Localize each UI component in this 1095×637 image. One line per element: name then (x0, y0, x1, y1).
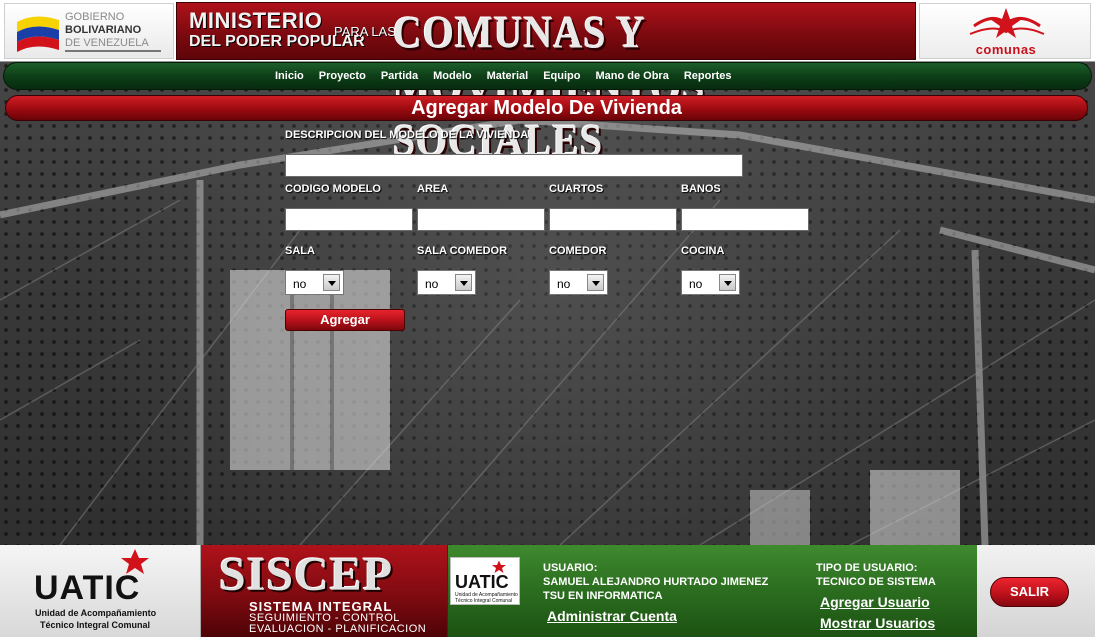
ministerio-text: MINISTERIO (189, 8, 323, 33)
nav-reportes[interactable]: Reportes (684, 70, 732, 82)
siscep-name: SISCEP (219, 548, 394, 601)
descripcion-label: DESCRIPCION DEL MODELO DE LA VIVIENDA (285, 129, 529, 141)
usuario-name: SAMUEL ALEJANDRO HURTADO JIMENEZ (543, 576, 769, 588)
para-las-text: PARA LAS (334, 24, 396, 39)
codigo-modelo-input[interactable] (285, 208, 413, 231)
gob-line3: DE VENEZUELA (65, 37, 149, 49)
sala-label: SALA (285, 245, 315, 257)
codigo-modelo-label: CODIGO MODELO (285, 183, 381, 195)
comunas-logo-text: comunas (975, 42, 1037, 57)
agregar-usuario-link[interactable]: Agregar Usuario (820, 594, 930, 610)
sala-comedor-select-value: no (425, 277, 439, 291)
venezuela-flag-icon (17, 16, 59, 52)
chevron-down-icon[interactable] (587, 274, 604, 291)
sala-comedor-select[interactable]: no (417, 270, 476, 295)
salir-area: SALIR (977, 545, 1095, 637)
uatic-sub1: Unidad de Acompañamiento (35, 608, 157, 618)
ministerio-banner: MINISTERIO DEL PODER POPULAR PARA LAS CO… (176, 2, 916, 166)
page-title: Agregar Modelo De Vivienda (411, 97, 682, 119)
comunas-star-icon (969, 8, 1045, 38)
sala-comedor-label: SALA COMEDOR (417, 245, 508, 257)
sala-select-value: no (293, 277, 307, 291)
area-input[interactable] (417, 208, 545, 231)
mini-logo-text: UATIC (455, 572, 509, 592)
comedor-label: COMEDOR (549, 245, 607, 257)
cuartos-label: CUARTOS (549, 183, 604, 195)
main-nav: Inicio Proyecto Partida Modelo Material … (3, 62, 1092, 90)
salir-button[interactable]: SALIR (990, 577, 1069, 607)
sala-select[interactable]: no (285, 270, 344, 295)
user-panel: UATIC Unidad de Acompañamiento Técnico I… (447, 545, 977, 637)
agregar-button[interactable]: Agregar (285, 309, 405, 331)
site-header: GOBIERNO BOLIVARIANO DE VENEZUELA MINIST… (0, 0, 1095, 166)
cocina-select-value: no (689, 277, 703, 291)
site-footer: UATIC Unidad de Acompañamiento Técnico I… (0, 545, 1095, 637)
banos-input[interactable] (681, 208, 809, 231)
descripcion-input[interactable] (285, 154, 743, 177)
uatic-mini-logo: UATIC Unidad de Acompañamiento Técnico I… (450, 557, 520, 605)
chevron-down-icon[interactable] (719, 274, 736, 291)
area-label: AREA (417, 183, 449, 195)
cocina-label: COCINA (681, 245, 725, 257)
comedor-select[interactable]: no (549, 270, 608, 295)
usuario-label: USUARIO: (543, 562, 598, 574)
gob-line1: GOBIERNO (65, 11, 125, 23)
comunas-logo: comunas (919, 3, 1091, 59)
administrar-cuenta-link[interactable]: Administrar Cuenta (547, 608, 677, 624)
mostrar-usuarios-link[interactable]: Mostrar Usuarios (820, 615, 935, 631)
uatic-logo: UATIC Unidad de Acompañamiento Técnico I… (0, 545, 201, 637)
siscep-sub3: EVALUACION - PLANIFICACION (249, 623, 427, 635)
gobierno-bolivariano-logo: GOBIERNO BOLIVARIANO DE VENEZUELA (4, 3, 174, 59)
nav-partida[interactable]: Partida (381, 70, 418, 82)
uatic-sub2: Técnico Integral Comunal (40, 620, 151, 630)
cuartos-input[interactable] (549, 208, 677, 231)
banos-label: BANOS (681, 183, 721, 195)
nav-modelo[interactable]: Modelo (433, 70, 472, 82)
gob-line2: BOLIVARIANO (65, 24, 142, 36)
tipo-usuario-value: TECNICO DE SISTEMA (816, 576, 936, 588)
nav-inicio[interactable]: Inicio (275, 70, 304, 82)
title-bar: Agregar Modelo De Vivienda (5, 95, 1088, 121)
usuario-title: TSU EN INFORMATICA (543, 590, 663, 602)
nav-proyecto[interactable]: Proyecto (319, 70, 366, 82)
gob-underline (65, 50, 161, 52)
mini-logo-sub: Unidad de Acompañamiento Técnico Integra… (455, 592, 518, 604)
nav-equipo[interactable]: Equipo (543, 70, 580, 82)
tipo-usuario-label: TIPO DE USUARIO: (816, 562, 918, 574)
cocina-select[interactable]: no (681, 270, 740, 295)
nav-material[interactable]: Material (487, 70, 529, 82)
siscep-logo: SISCEP SISTEMA INTEGRAL SEGUIMIENTO - CO… (201, 545, 447, 637)
chevron-down-icon[interactable] (455, 274, 472, 291)
nav-mano-de-obra[interactable]: Mano de Obra (595, 70, 668, 82)
uatic-big-text: UATIC (34, 569, 141, 607)
chevron-down-icon[interactable] (323, 274, 340, 291)
comedor-select-value: no (557, 277, 571, 291)
